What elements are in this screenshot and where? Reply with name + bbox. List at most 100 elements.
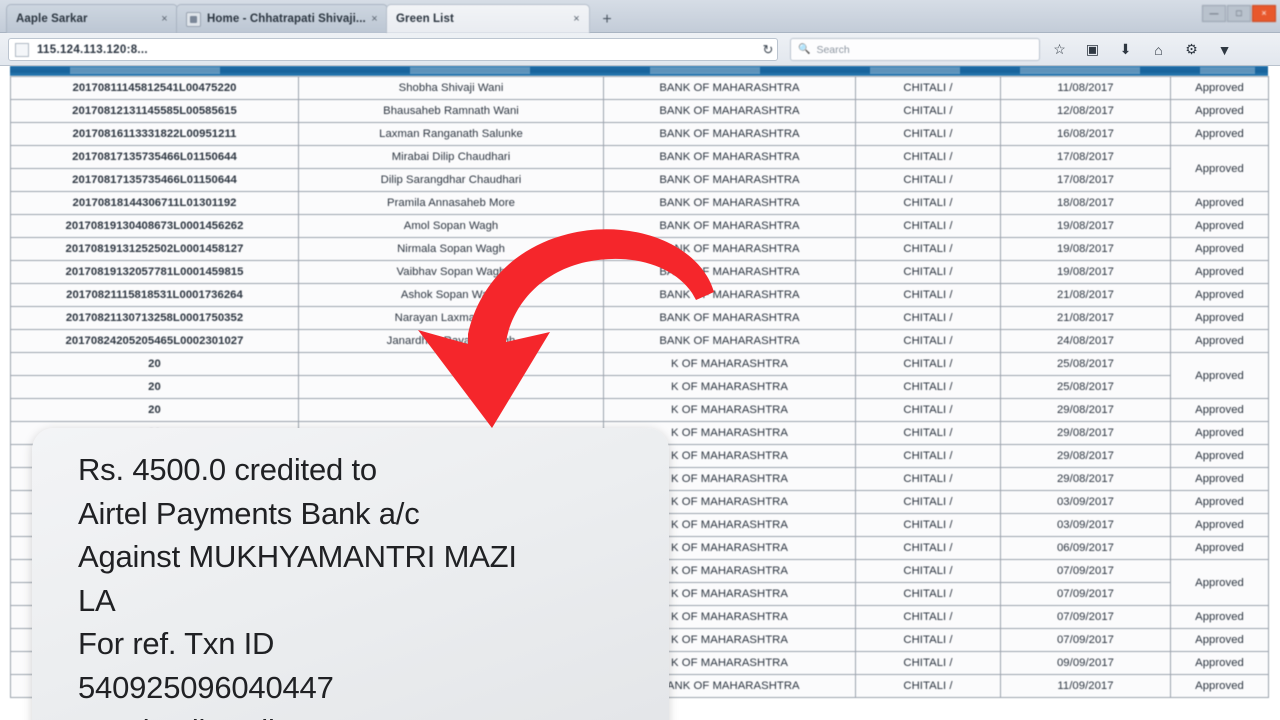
table-row[interactable]: 20 K OF MAHARASHTRACHITALI /29/08/2017App… bbox=[10, 398, 1269, 422]
sms-notification-popup[interactable]: Rs. 4500.0 credited to Airtel Payments B… bbox=[32, 428, 669, 720]
cell-date: 06/09/2017 bbox=[1000, 536, 1171, 560]
settings-gear-icon[interactable]: ⚙ bbox=[1180, 39, 1203, 61]
table-row[interactable]: 20170818144306711L01301192 Pramila Annasa… bbox=[10, 191, 1269, 215]
table-row[interactable]: 20170819131252502L0001458127 Nirmala Sopa… bbox=[10, 237, 1269, 261]
cell-branch: CHITALI / bbox=[855, 651, 1001, 675]
cell-branch: CHITALI / bbox=[855, 674, 1001, 698]
cell-status: Approved bbox=[1170, 237, 1269, 261]
cell-bank-name: K OF MAHARASHTRA bbox=[603, 398, 856, 422]
cell-application-id: 20170817135735466L01150644 bbox=[10, 168, 299, 192]
home-icon[interactable]: ⌂ bbox=[1147, 39, 1170, 61]
table-row[interactable]: 20170816113331822L00951211 Laxman Rangana… bbox=[10, 122, 1269, 146]
cell-branch: CHITALI / bbox=[855, 398, 1001, 422]
close-window-button[interactable]: × bbox=[1252, 4, 1276, 22]
browser-tab-home-chhatrapati-shivaji[interactable]: Home - Chhatrapati Shivaji... × bbox=[176, 4, 388, 33]
cell-status: Approved bbox=[1170, 122, 1269, 146]
table-row[interactable]: 20170812131145585L00585615 Bhausaheb Ramn… bbox=[10, 99, 1269, 123]
cell-status: Approved bbox=[1170, 191, 1269, 215]
cell-branch: CHITALI / bbox=[855, 145, 1001, 169]
cell-bank-name: BANK OF MAHARASHTRA bbox=[603, 122, 856, 146]
table-row[interactable]: 20170819132057781L0001459815 Vaibhav Sopa… bbox=[10, 260, 1269, 284]
table-row[interactable]: 20170824205205465L0002301027 Janardhan Ra… bbox=[10, 329, 1269, 353]
cell-status: Approved bbox=[1170, 628, 1269, 652]
cell-status: Approved bbox=[1170, 306, 1269, 330]
cell-bank-name: K OF MAHARASHTRA bbox=[603, 352, 856, 376]
cell-branch: CHITALI / bbox=[855, 283, 1001, 307]
cell-date: 29/08/2017 bbox=[1000, 444, 1171, 468]
cell-application-id: 20 bbox=[10, 398, 299, 422]
search-input[interactable]: 🔍 Search bbox=[790, 38, 1040, 61]
cell-branch: CHITALI / bbox=[855, 122, 1001, 146]
browser-tab-aaple-sarkar[interactable]: Aaple Sarkar × bbox=[6, 4, 178, 33]
cell-branch: CHITALI / bbox=[855, 605, 1001, 629]
cell-date: 07/09/2017 bbox=[1000, 605, 1171, 629]
cell-branch: CHITALI / bbox=[855, 260, 1001, 284]
url-bar[interactable]: 115.124.113.120:8... bbox=[8, 38, 778, 61]
tab-close-icon[interactable]: × bbox=[158, 13, 171, 26]
cell-date: 24/08/2017 bbox=[1000, 329, 1171, 353]
cell-bank-name: BANK OF MAHARASHTRA bbox=[603, 214, 856, 238]
cell-date: 11/08/2017 bbox=[1000, 76, 1171, 100]
tab-close-icon[interactable]: × bbox=[368, 13, 381, 26]
site-identity-icon[interactable] bbox=[15, 42, 29, 57]
new-tab-button[interactable]: + bbox=[594, 9, 620, 31]
tab-title: Home - Chhatrapati Shivaji... bbox=[207, 13, 366, 25]
cell-beneficiary-name: Amol Sopan Wagh bbox=[298, 214, 604, 238]
cell-date: 19/08/2017 bbox=[1000, 237, 1171, 261]
cell-date: 29/08/2017 bbox=[1000, 421, 1171, 445]
cell-bank-name: BANK OF MAHARASHTRA bbox=[603, 99, 856, 123]
table-row[interactable]: 20 K OF MAHARASHTRA CHITALI /25/08/2017 bbox=[10, 375, 1269, 399]
cell-application-id: 20170824205205465L0002301027 bbox=[10, 329, 299, 353]
maximize-button[interactable]: □ bbox=[1227, 4, 1251, 22]
cell-application-id: 20170819130408673L0001456262 bbox=[10, 214, 299, 238]
screenshot-camera-icon[interactable]: ▣ bbox=[1081, 39, 1104, 61]
cell-status: Approved bbox=[1170, 467, 1269, 491]
bookmark-star-icon[interactable]: ☆ bbox=[1048, 39, 1071, 61]
navigation-toolbar: 115.124.113.120:8... ↻ 🔍 Search ☆ ▣ ⬇ ⌂ … bbox=[0, 33, 1280, 66]
cell-date: 09/09/2017 bbox=[1000, 651, 1171, 675]
cell-application-id: 20170821115818531L0001736264 bbox=[10, 283, 299, 307]
table-row[interactable]: 20 K OF MAHARASHTRA CHITALI /25/08/2017 App… bbox=[10, 352, 1269, 399]
browser-tab-green-list[interactable]: Green List × bbox=[386, 4, 590, 33]
cell-beneficiary-name: Dilip Sarangdhar Chaudhari bbox=[298, 168, 604, 192]
table-row[interactable]: 20170811145812541L00475220 Shobha Shivaji… bbox=[10, 76, 1269, 100]
downloads-icon[interactable]: ⬇ bbox=[1114, 39, 1137, 61]
url-text: 115.124.113.120:8... bbox=[37, 43, 148, 56]
cell-bank-name: BANK OF MAHARASHTRA bbox=[603, 168, 856, 192]
shield-security-icon[interactable]: ▼ bbox=[1213, 39, 1236, 61]
cell-date: 12/08/2017 bbox=[1000, 99, 1171, 123]
cell-date: 17/08/2017 bbox=[1000, 145, 1171, 169]
cell-branch: CHITALI / bbox=[855, 536, 1001, 560]
cell-bank-name: K OF MAHARASHTRA bbox=[603, 375, 856, 399]
tab-close-icon[interactable]: × bbox=[570, 13, 583, 26]
cell-beneficiary-name: Ashok Sopan Wagh bbox=[298, 283, 604, 307]
cell-date: 11/09/2017 bbox=[1000, 674, 1171, 698]
cell-bank-name: BANK OF MAHARASHTRA bbox=[603, 260, 856, 284]
cell-branch: CHITALI / bbox=[855, 467, 1001, 491]
cell-date: 19/08/2017 bbox=[1000, 260, 1171, 284]
cell-status: Approved bbox=[1170, 421, 1269, 445]
table-row[interactable]: 20170817135735466L01150644 Mirabai Dilip … bbox=[10, 145, 1269, 192]
table-row[interactable]: 20170819130408673L0001456262 Amol Sopan W… bbox=[10, 214, 1269, 238]
cell-status: Approved bbox=[1170, 329, 1269, 353]
reload-icon[interactable]: ↻ bbox=[757, 39, 779, 60]
cell-application-id: 20170816113331822L00951211 bbox=[10, 122, 299, 146]
cell-branch: CHITALI / bbox=[855, 375, 1001, 399]
cell-application-id: 20 bbox=[10, 375, 299, 399]
cell-status: Approved bbox=[1170, 444, 1269, 468]
cell-date: 19/08/2017 bbox=[1000, 214, 1171, 238]
table-row[interactable]: 20170821115818531L0001736264 Ashok Sopan … bbox=[10, 283, 1269, 307]
table-row[interactable]: 20170821130713258L0001750352 Narayan Laxm… bbox=[10, 306, 1269, 330]
cell-status: Approved bbox=[1170, 145, 1269, 192]
search-icon: 🔍 bbox=[798, 44, 811, 55]
cell-status: Approved bbox=[1170, 352, 1269, 399]
cell-date: 17/08/2017 bbox=[1000, 168, 1171, 192]
cell-branch: CHITALI / bbox=[855, 214, 1001, 238]
browser-window: Aaple Sarkar × Home - Chhatrapati Shivaj… bbox=[0, 0, 1280, 720]
table-row[interactable]: 20170817135735466L01150644 Dilip Sarangdh… bbox=[10, 168, 1269, 192]
toolbar-icon-group: ☆ ▣ ⬇ ⌂ ⚙ ▼ bbox=[1048, 38, 1274, 61]
search-placeholder: Search bbox=[816, 43, 850, 56]
minimize-button[interactable]: — bbox=[1202, 4, 1226, 22]
cell-application-id: 20170811145812541L00475220 bbox=[10, 76, 299, 100]
cell-branch: CHITALI / bbox=[855, 421, 1001, 445]
